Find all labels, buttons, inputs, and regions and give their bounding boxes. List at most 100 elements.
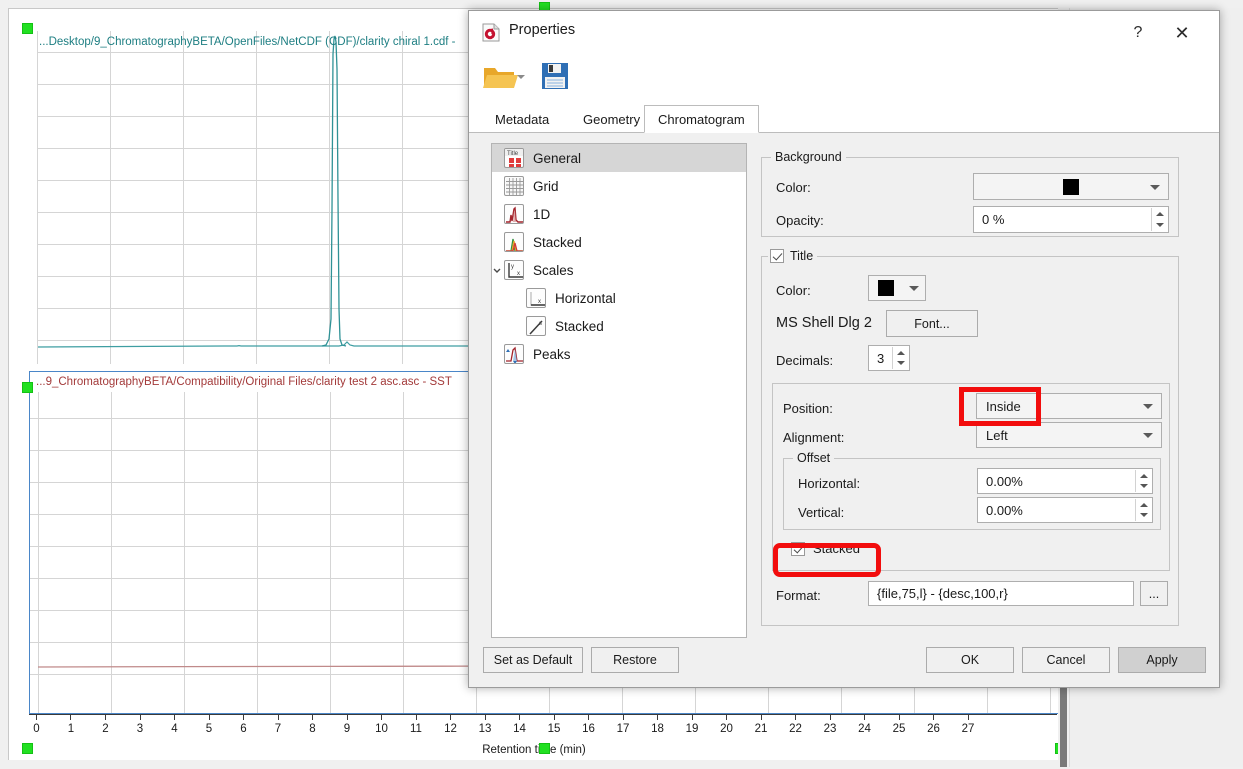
title-position-combo[interactable]: Inside [976, 393, 1162, 419]
offset-horizontal-spinner-down[interactable] [1136, 481, 1151, 492]
svg-text:Title: Title [507, 151, 519, 157]
peaks-icon [504, 344, 524, 364]
settings-tree[interactable]: Title General Grid 1D Stacked y x Scales… [491, 143, 747, 638]
x-tick-label: 13 [478, 723, 492, 735]
chevron-down-icon[interactable] [492, 265, 502, 275]
offset-vertical-spinner-down[interactable] [1136, 510, 1151, 521]
settings-panel: Background Color: Opacity: 0 % Title Col [761, 143, 1197, 638]
grid-icon [504, 176, 524, 196]
title-alignment-combo[interactable]: Left [976, 422, 1162, 448]
x-tick-label: 4 [171, 723, 178, 735]
format-browse-button[interactable]: ... [1140, 581, 1168, 606]
offset-horizontal-input[interactable]: 0.00% [977, 468, 1153, 494]
background-color-label: Color: [776, 180, 811, 195]
offset-vertical-spinner[interactable] [1135, 499, 1151, 521]
tree-item-scales-stacked[interactable]: s Stacked [492, 312, 746, 340]
x-tick-label: 18 [651, 723, 664, 735]
decimals-spinner-down[interactable] [893, 358, 908, 369]
cancel-button[interactable]: Cancel [1022, 647, 1110, 673]
chevron-down-icon [1150, 184, 1160, 190]
offset-group-legend: Offset [793, 451, 835, 465]
x-tick-label: 12 [444, 723, 457, 735]
dialog-toolbar [469, 53, 1219, 105]
dialog-tabs: Metadata Geometry Chromatogram [469, 105, 1219, 133]
x-tick-label: 10 [375, 723, 388, 735]
slope-axis-icon: s [526, 316, 546, 336]
offset-vertical-value: 0.00% [986, 502, 1023, 518]
title-format-input[interactable]: {file,75,l} - {desc,100,r} [868, 581, 1134, 606]
title-decimals-value: 3 [877, 350, 885, 366]
opacity-spinner-up[interactable] [1152, 208, 1167, 220]
ok-button[interactable]: OK [926, 647, 1014, 673]
svg-text:x: x [538, 299, 541, 305]
tree-item-grid[interactable]: Grid [492, 172, 746, 200]
x-tick-label: 22 [789, 723, 802, 735]
properties-document-icon [482, 23, 500, 42]
selection-handle-bottom-left[interactable] [22, 743, 33, 754]
decimals-spinner-up[interactable] [893, 347, 908, 358]
open-dropdown-chevron-down-icon[interactable] [517, 75, 525, 79]
background-color-combo[interactable] [973, 173, 1169, 200]
tree-item-general[interactable]: Title General [492, 144, 746, 172]
background-color-swatch [1063, 178, 1079, 195]
dialog-titlebar[interactable]: Properties ? ✕ [469, 11, 1219, 53]
background-opacity-input[interactable]: 0 % [973, 206, 1169, 233]
tree-item-1d[interactable]: 1D [492, 200, 746, 228]
background-group: Background Color: Opacity: 0 % [761, 150, 1179, 237]
title-color-swatch [878, 280, 894, 296]
x-tick-label: 2 [102, 723, 109, 735]
background-group-legend: Background [771, 150, 846, 164]
set-as-default-button[interactable]: Set as Default [483, 647, 583, 673]
opacity-spinner-down[interactable] [1152, 220, 1167, 232]
dialog-footer: Set as Default Restore OK Cancel Apply [469, 639, 1219, 687]
title-color-combo[interactable] [868, 275, 926, 301]
tree-item-peaks[interactable]: Peaks [492, 340, 746, 368]
title-position-label: Position: [783, 401, 833, 416]
title-stacked-checkbox[interactable] [791, 541, 805, 556]
title-group: Title Color: MS Shell Dlg 2 Font... Deci… [761, 249, 1179, 626]
tree-item-label: Grid [533, 178, 559, 194]
tree-item-scales[interactable]: y x Scales [492, 256, 746, 284]
selection-handle-mid-left[interactable] [22, 382, 33, 393]
title-enable-checkbox[interactable] [770, 249, 784, 263]
title-decimals-input[interactable]: 3 [868, 345, 910, 371]
selection-handle-bottom-center[interactable] [539, 743, 550, 754]
x-tick-label: 3 [136, 723, 144, 735]
title-stacked-checkbox-row[interactable]: Stacked [791, 541, 860, 556]
decimals-spinner[interactable] [892, 347, 908, 369]
tab-metadata[interactable]: Metadata [481, 105, 563, 133]
tree-item-horizontal[interactable]: x Horizontal [492, 284, 746, 312]
offset-horizontal-spinner[interactable] [1135, 470, 1151, 492]
chevron-down-icon [909, 286, 919, 291]
save-floppy-icon[interactable] [540, 61, 570, 91]
title-alignment-value: Left [986, 427, 1008, 443]
close-button[interactable]: ✕ [1163, 19, 1201, 47]
font-button[interactable]: Font... [886, 310, 978, 337]
tab-chromatogram[interactable]: Chromatogram [644, 105, 759, 133]
chevron-down-icon [1143, 404, 1153, 409]
tree-item-stacked[interactable]: Stacked [492, 228, 746, 256]
open-folder-icon[interactable] [482, 62, 518, 92]
x-tick-label: 9 [343, 723, 351, 735]
opacity-spinner[interactable] [1151, 208, 1167, 231]
restore-button[interactable]: Restore [591, 647, 679, 673]
axes-icon: y x [504, 260, 524, 280]
offset-vertical-input[interactable]: 0.00% [977, 497, 1153, 523]
offset-horizontal-spinner-up[interactable] [1136, 470, 1151, 481]
title-offset-group: Offset Horizontal: 0.00% Vertical: 0.00% [783, 451, 1161, 530]
x-tick-label: 0 [33, 723, 40, 735]
title-decimals-label: Decimals: [776, 353, 834, 368]
apply-button[interactable]: Apply [1118, 647, 1206, 673]
top-main-peak [321, 35, 347, 347]
selection-handle-top-left[interactable] [22, 23, 33, 34]
title-group-legend: Title [768, 249, 818, 263]
x-tick-label: 17 [616, 723, 630, 735]
x-tick-label: 6 [240, 723, 247, 735]
tab-geometry[interactable]: Geometry [569, 105, 654, 133]
title-alignment-label: Alignment: [783, 430, 845, 445]
x-tick-label: 27 [961, 723, 975, 735]
help-button[interactable]: ? [1119, 19, 1157, 47]
offset-vertical-spinner-up[interactable] [1136, 499, 1151, 510]
x-axis: 0 1 2 3 4 5 6 7 8 9 10 11 12 13 14 15 16 17 18 19 20 21 22 23 24… [9, 706, 1059, 769]
tree-item-label: Horizontal [555, 290, 616, 306]
